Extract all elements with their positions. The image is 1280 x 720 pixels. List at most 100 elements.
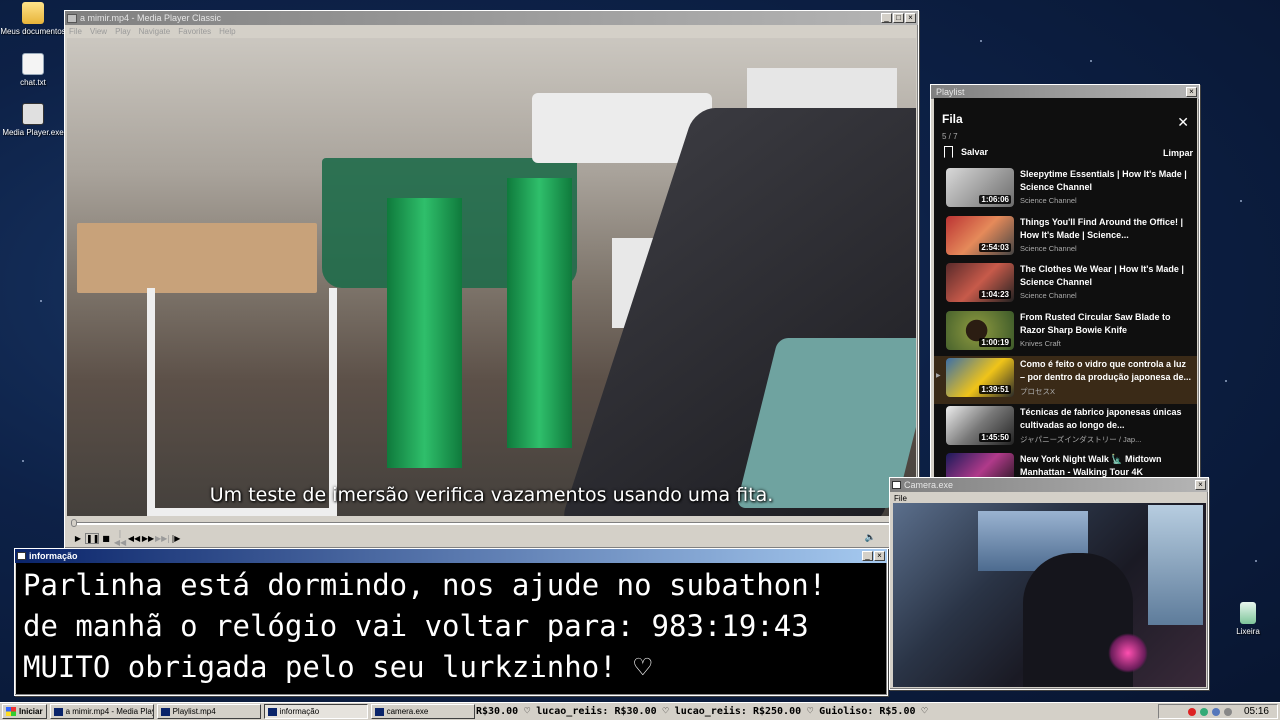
- channel-name: Knives Craft: [1020, 338, 1061, 348]
- playlist-item[interactable]: 1:04:23 The Clothes We Wear | How It's M…: [934, 261, 1197, 309]
- seek-thumb[interactable]: [71, 519, 77, 527]
- camera-titlebar[interactable]: Camera.exe ×: [890, 478, 1208, 492]
- playlist-panel: Fila 5 / 7 ✕ Salvar Limpar 1:06:06 Sleep…: [934, 98, 1197, 478]
- start-label: Iniciar: [19, 707, 43, 716]
- save-label: Salvar: [961, 147, 989, 157]
- duration-badge: 1:45:50: [979, 432, 1011, 442]
- playlist-item[interactable]: 1:06:06 Sleepytime Essentials | How It's…: [934, 166, 1197, 214]
- next-icon[interactable]: ▶▶|: [155, 534, 170, 543]
- taskbar-button-camera[interactable]: camera.exe: [370, 704, 475, 719]
- duration-badge: 1:06:06: [979, 195, 1011, 204]
- seek-track: [71, 522, 912, 525]
- playlist-item[interactable]: 1:45:50 Técnicas de fabrico japonesas ún…: [934, 404, 1197, 452]
- app-icon: [67, 13, 77, 23]
- video-title: The Clothes We Wear | How It's Made | Sc…: [1020, 264, 1184, 287]
- window-title: Camera.exe: [904, 480, 954, 490]
- playlist-item-active[interactable]: ▶ 1:39:51 Como é feito o vidro que contr…: [934, 356, 1197, 404]
- close-button[interactable]: ×: [874, 551, 885, 561]
- app-icon: [267, 707, 277, 716]
- close-button[interactable]: ×: [1195, 480, 1206, 490]
- frame-step-icon[interactable]: |▶: [169, 534, 183, 543]
- network-icon: [1211, 707, 1220, 716]
- taskbar-button-media-player[interactable]: a mimir.mp4 - Media Playe...: [49, 704, 154, 719]
- channel-name: Science Channel: [1020, 243, 1077, 253]
- text-file-icon: [22, 53, 44, 75]
- channel-name: ジャパニーズインダストリー / Jap...: [1020, 434, 1142, 444]
- start-button[interactable]: Iniciar: [2, 704, 47, 719]
- channel-name: Science Channel: [1020, 291, 1077, 300]
- taskbar-button-label: Playlist.mp4: [172, 707, 216, 716]
- menu-play[interactable]: Play: [115, 27, 131, 36]
- rewind-icon[interactable]: ◀◀: [127, 534, 141, 543]
- clear-button[interactable]: Limpar: [1163, 148, 1193, 158]
- taskbar-button-info[interactable]: informação: [263, 704, 368, 719]
- scene-window-light: [1148, 505, 1203, 625]
- playback-controls: ▶ ❚❚ ■ |◀◀ ◀◀ ▶▶ ▶▶| |▶ 🔈: [67, 529, 916, 547]
- minimize-button[interactable]: _: [881, 13, 892, 23]
- recycle-bin-icon: [1240, 602, 1256, 624]
- desktop-icon-recycle-bin[interactable]: Lixeira: [1213, 602, 1280, 636]
- menu-view[interactable]: View: [90, 27, 107, 36]
- volume-icon[interactable]: 🔈: [865, 533, 876, 543]
- duration-badge: 2:54:03: [979, 242, 1011, 252]
- playlist-item[interactable]: New York Night Walk 🗽 Midtown Manhattan …: [934, 451, 1197, 478]
- media-player-titlebar[interactable]: a mimir.mp4 - Media Player Classic _ □ ×: [65, 11, 918, 25]
- pause-icon[interactable]: ❚❚: [85, 532, 99, 544]
- video-thumbnail: 1:00:19: [946, 310, 1014, 350]
- playlist-item[interactable]: 2:54:03 Things You'll Find Around the Of…: [934, 214, 1197, 262]
- duration-badge: 1:00:19: [979, 337, 1011, 347]
- video-title: Things You'll Find Around the Office! | …: [1020, 216, 1183, 240]
- scene-ribbon: [507, 178, 572, 448]
- maximize-button[interactable]: □: [893, 13, 904, 23]
- play-icon[interactable]: ▶: [71, 534, 85, 543]
- menu-help[interactable]: Help: [219, 27, 235, 36]
- system-tray: 05:16: [1158, 704, 1278, 719]
- video-thumbnail: 2:54:03: [946, 215, 1014, 255]
- close-button[interactable]: ×: [905, 13, 916, 23]
- minimize-button[interactable]: _: [862, 551, 873, 561]
- desktop-icon-media-player[interactable]: Media Player.exe: [0, 103, 68, 137]
- window-title: Playlist: [936, 87, 965, 97]
- menu-file[interactable]: File: [69, 27, 82, 36]
- menu-favorites[interactable]: Favorites: [178, 27, 211, 36]
- shield-icon: [1199, 707, 1208, 716]
- folder-icon: [22, 2, 44, 24]
- volume-icon: [1223, 707, 1232, 716]
- fast-forward-icon[interactable]: ▶▶: [141, 534, 155, 543]
- channel-name: Science Channel: [1020, 196, 1077, 205]
- app-icon: [892, 481, 901, 489]
- playlist-titlebar[interactable]: Playlist ×: [931, 85, 1199, 99]
- video-title: Sleepytime Essentials | How It's Made | …: [1020, 169, 1187, 192]
- taskbar-button-playlist[interactable]: Playlist.mp4: [156, 704, 261, 719]
- scene-ribbon: [387, 198, 462, 468]
- seek-bar[interactable]: [67, 518, 916, 528]
- close-icon[interactable]: ✕: [1177, 114, 1189, 131]
- video-frame[interactable]: Um teste de imersão verifica vazamentos …: [67, 38, 916, 516]
- taskbar-button-label: informação: [279, 707, 320, 716]
- playlist-count: 5 / 7: [942, 132, 958, 141]
- playlist-item[interactable]: 1:00:19 From Rusted Circular Saw Blade t…: [934, 309, 1197, 357]
- stop-icon[interactable]: ■: [99, 534, 113, 543]
- info-titlebar[interactable]: informação _ ×: [15, 549, 887, 563]
- scene-table: [77, 223, 317, 293]
- menu-bar: File View Play Navigate Favorites Help: [65, 25, 918, 37]
- windows-logo-icon: [6, 707, 16, 716]
- taskbar-button-label: camera.exe: [386, 707, 429, 716]
- menu-navigate[interactable]: Navigate: [139, 27, 171, 36]
- video-thumbnail: [946, 453, 1014, 478]
- save-button[interactable]: Salvar: [944, 146, 988, 158]
- video-thumbnail: 1:45:50: [946, 405, 1014, 445]
- desktop-icon-chat[interactable]: chat.txt: [0, 53, 68, 87]
- scene-stool: [147, 288, 337, 516]
- menu-file[interactable]: File: [894, 494, 907, 503]
- taskbar-button-label: a mimir.mp4 - Media Playe...: [65, 707, 153, 716]
- camera-feed: [893, 503, 1206, 687]
- duration-badge: 1:04:23: [979, 290, 1011, 299]
- close-button[interactable]: ×: [1186, 87, 1197, 97]
- media-player-icon: [22, 103, 44, 125]
- previous-icon[interactable]: |◀◀: [113, 529, 127, 547]
- app-icon: [17, 552, 26, 560]
- window-title: a mimir.mp4 - Media Player Classic: [80, 13, 222, 23]
- desktop-icon-documents[interactable]: Meus documentos: [0, 2, 68, 36]
- window-title: informação: [29, 551, 78, 561]
